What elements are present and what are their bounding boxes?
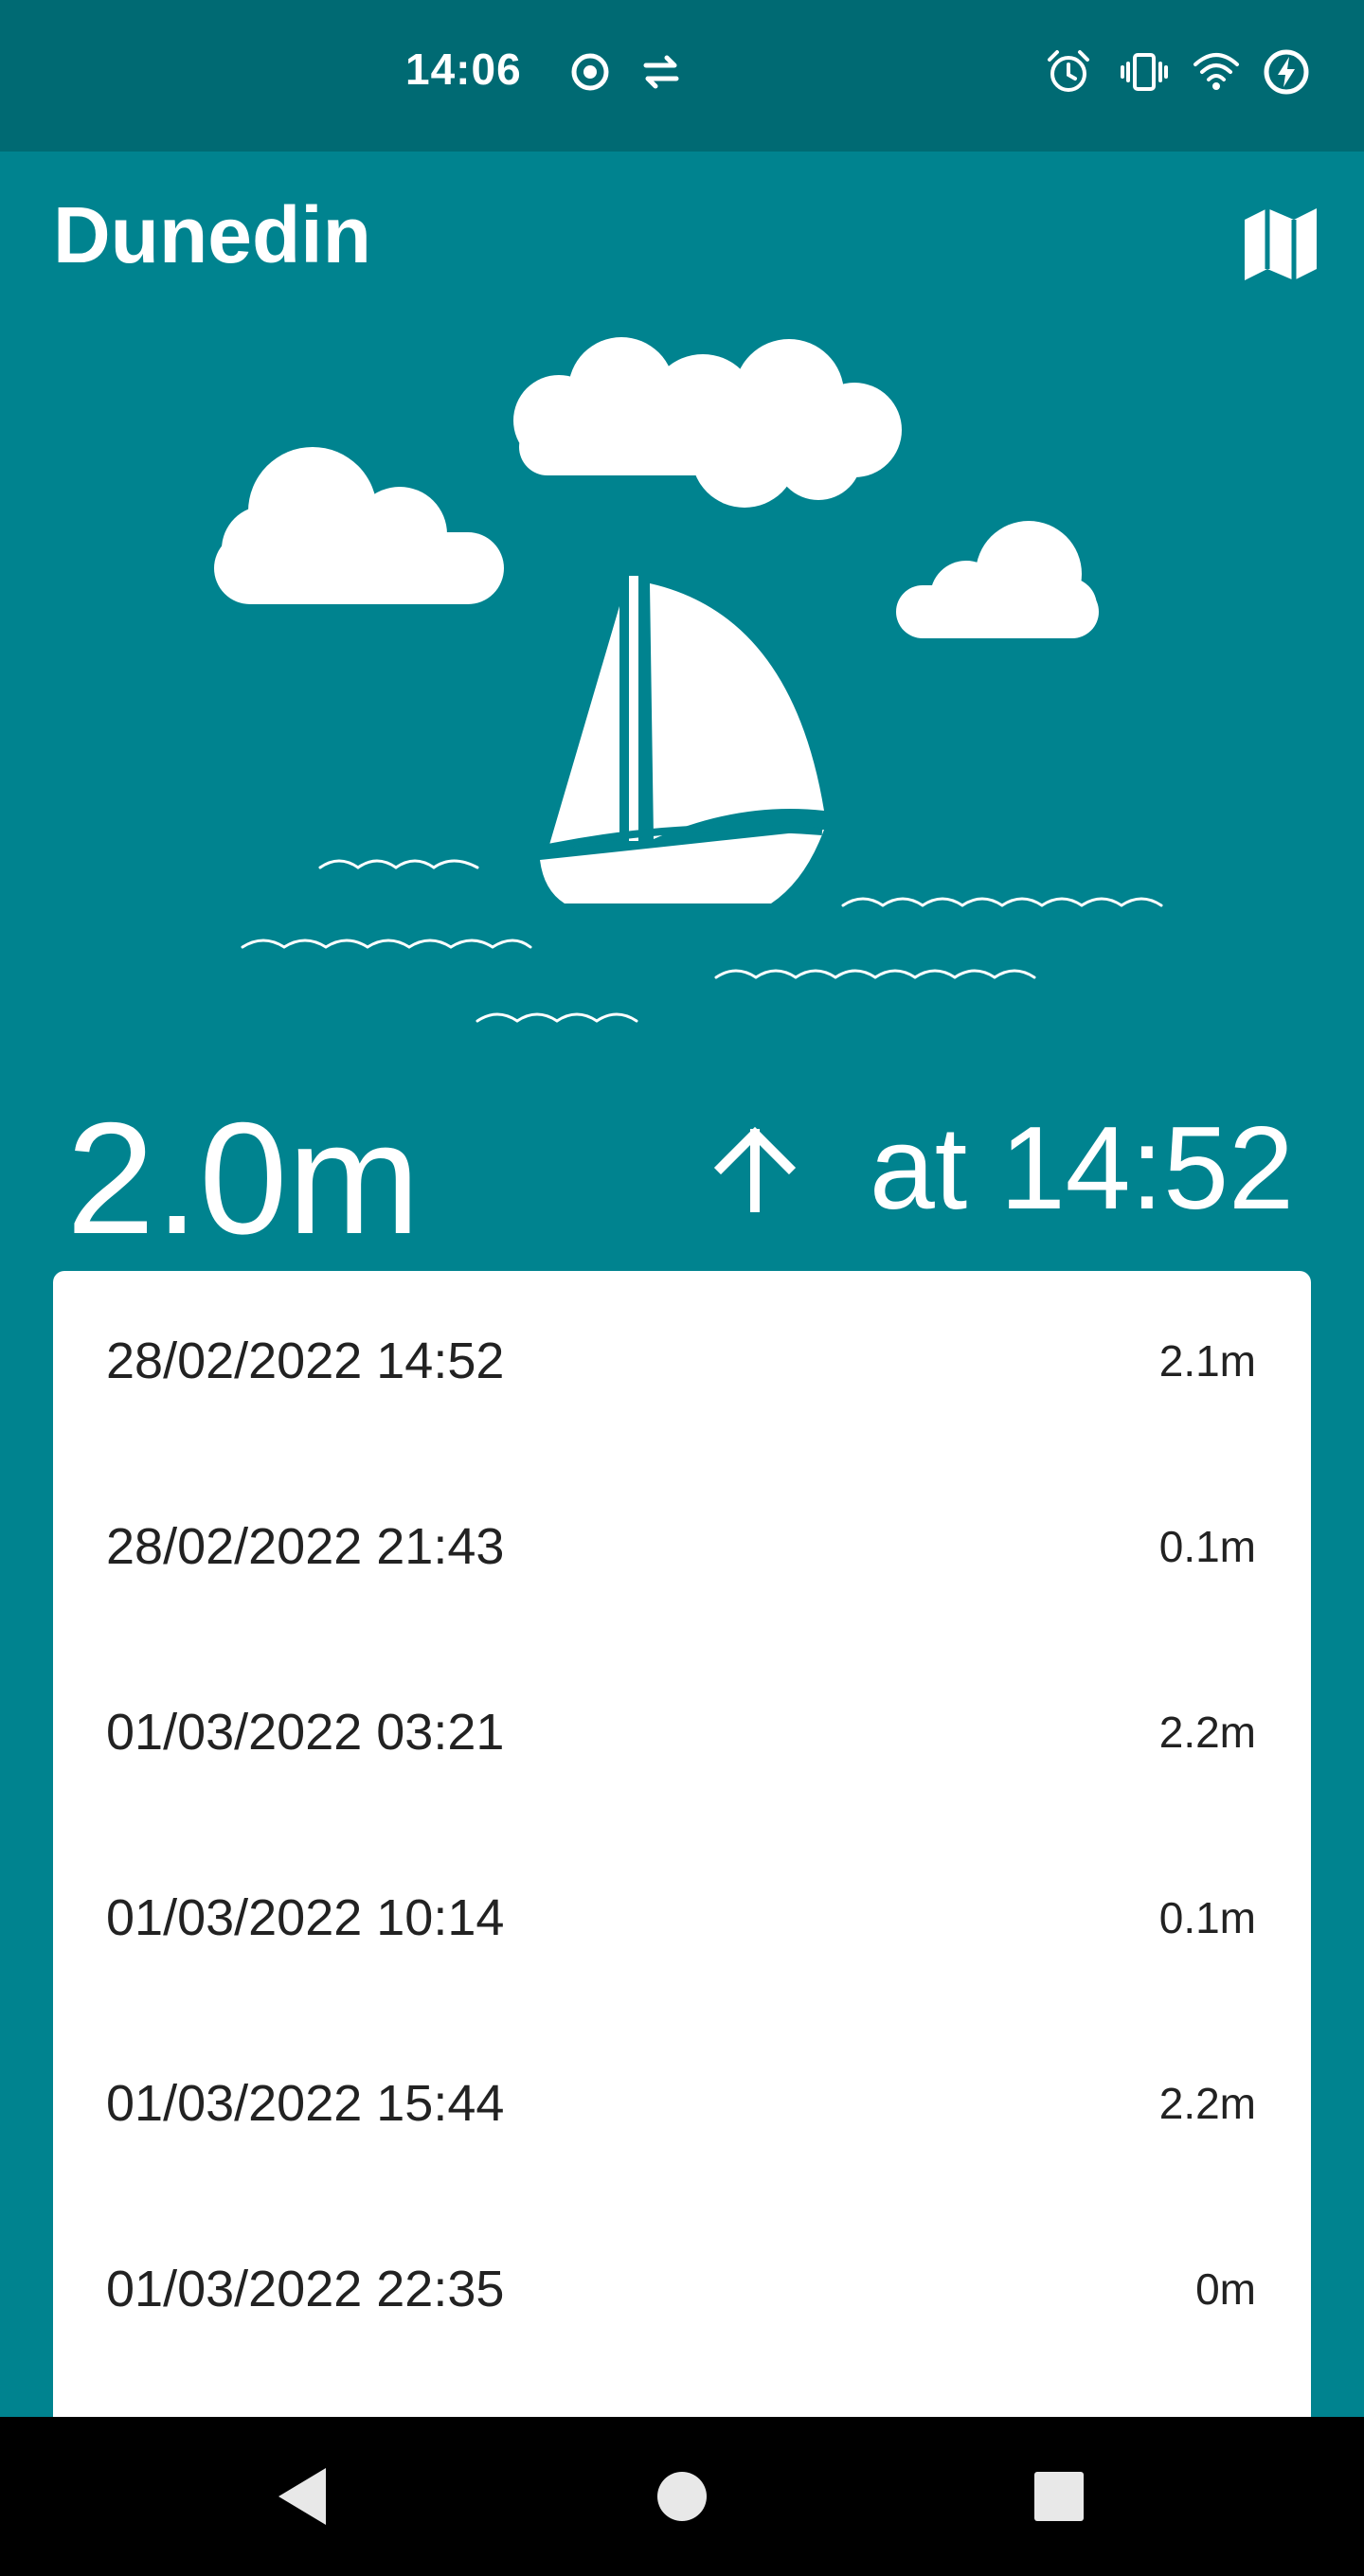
tide-datetime: 01/03/2022 03:21 [106, 1704, 505, 1761]
alarm-icon [1048, 50, 1089, 92]
list-item[interactable]: 28/02/2022 21:43 0.1m [53, 1457, 1311, 1642]
recents-icon[interactable] [1023, 2460, 1095, 2532]
tide-datetime: 01/03/2022 10:14 [106, 1889, 505, 1946]
tide-height: 0m [1195, 2264, 1256, 2314]
tide-datetime: 01/03/2022 15:44 [106, 2075, 505, 2132]
list-item[interactable]: 01/03/2022 10:14 0.1m [53, 1828, 1311, 2013]
tide-trend: at 14:52 [709, 1110, 1294, 1227]
battery-charging-icon [1264, 49, 1309, 95]
back-icon[interactable] [267, 2460, 339, 2532]
tide-height: 0.1m [1158, 1893, 1256, 1942]
list-item[interactable]: 01/03/2022 15:44 2.2m [53, 2013, 1311, 2199]
tide-height: 2.2m [1158, 2079, 1256, 2128]
cloud-left [214, 447, 504, 604]
tide-datetime: 28/02/2022 21:43 [106, 1518, 505, 1575]
map-icon[interactable] [1243, 205, 1319, 284]
tide-datetime: 28/02/2022 14:52 [106, 1333, 505, 1389]
status-bar: 14:06 [0, 0, 1364, 152]
wifi-icon [1194, 53, 1239, 90]
data-saver-icon [643, 55, 679, 89]
list-item[interactable]: 01/03/2022 22:35 0m [53, 2199, 1311, 2385]
tide-list: 28/02/2022 14:52 2.1m 28/02/2022 21:43 0… [53, 1271, 1311, 2417]
cloud-right [896, 521, 1099, 638]
record-icon [571, 53, 609, 91]
tide-height: 0.1m [1158, 1522, 1256, 1571]
home-icon[interactable] [646, 2460, 718, 2532]
tide-height: 2.1m [1158, 1336, 1256, 1386]
arrow-up-icon [713, 1126, 796, 1212]
list-item[interactable]: 01/03/2022 03:21 2.2m [53, 1642, 1311, 1828]
system-navigation-bar [0, 2417, 1364, 2576]
current-tide-height: 2.0m [66, 1089, 421, 1267]
status-time: 14:06 [405, 45, 522, 94]
vibrate-icon [1121, 53, 1168, 91]
list-item[interactable]: 28/02/2022 14:52 2.1m [53, 1271, 1311, 1457]
tide-height: 2.2m [1158, 1708, 1256, 1757]
sailboat [540, 576, 824, 903]
page-title: Dunedin [53, 190, 371, 279]
next-tide-time: at 14:52 [869, 1103, 1294, 1234]
sailboat-illustration [214, 337, 1163, 1023]
tide-datetime: 01/03/2022 22:35 [106, 2261, 505, 2317]
cloud-large [513, 337, 902, 508]
